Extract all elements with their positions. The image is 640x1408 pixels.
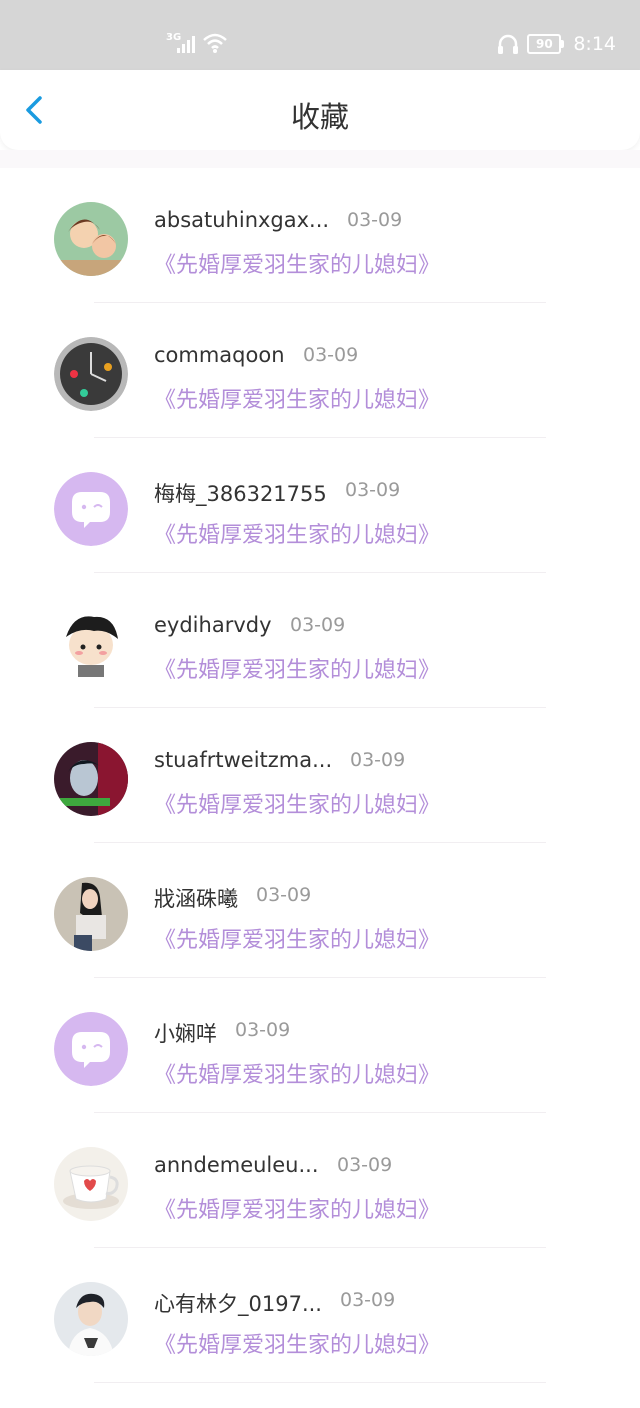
avatar[interactable] [54,1282,128,1356]
list-item[interactable]: absatuhinxgax... 03-09 《先婚厚爱羽生家的儿媳妇》 [0,168,640,303]
book-title[interactable]: 《先婚厚爱羽生家的儿媳妇》 [154,382,440,414]
nav-bar: 收藏 [0,70,640,150]
book-title[interactable]: 《先婚厚爱羽生家的儿媳妇》 [154,787,440,819]
list-item[interactable]: 梅梅_386321755 03-09 《先婚厚爱羽生家的儿媳妇》 [0,438,640,573]
favorite-date: 03-09 [347,209,403,231]
avatar[interactable] [54,742,128,816]
user-name[interactable]: anndemeuleu... [154,1153,319,1177]
avatar[interactable] [54,202,128,276]
list-item[interactable]: 戕涵硃曦 03-09 《先婚厚爱羽生家的儿媳妇》 [0,843,640,978]
wifi-icon [203,33,227,53]
favorite-date: 03-09 [345,479,401,501]
list-item[interactable]: stuafrtweitzma... 03-09 《先婚厚爱羽生家的儿媳妇》 [0,708,640,843]
user-name[interactable]: eydiharvdy [154,613,272,637]
book-title[interactable]: 《先婚厚爱羽生家的儿媳妇》 [154,1057,440,1089]
user-name[interactable]: 小娴咩 [154,1018,217,1048]
status-bar: 3G 90 8:14 [0,0,640,70]
clock-time: 8:14 [573,33,616,55]
battery-icon: 90 [527,34,565,54]
headset-icon [498,34,519,54]
favorite-date: 03-09 [350,749,406,771]
avatar[interactable] [54,1147,128,1221]
book-title[interactable]: 《先婚厚爱羽生家的儿媳妇》 [154,1192,440,1224]
user-name[interactable]: 戕涵硃曦 [154,883,238,913]
divider [94,1382,546,1383]
favorite-date: 03-09 [290,614,346,636]
book-title[interactable]: 《先婚厚爱羽生家的儿媳妇》 [154,922,440,954]
favorite-date: 03-09 [256,884,312,906]
book-title[interactable]: 《先婚厚爱羽生家的儿媳妇》 [154,517,440,549]
list-item[interactable]: commaqoon 03-09 《先婚厚爱羽生家的儿媳妇》 [0,303,640,438]
list-item[interactable]: 小娴咩 03-09 《先婚厚爱羽生家的儿媳妇》 [0,978,640,1113]
signal-icon [177,36,195,53]
user-name[interactable]: absatuhinxgax... [154,208,329,232]
avatar[interactable] [54,1012,128,1086]
favorite-date: 03-09 [235,1019,291,1041]
book-title[interactable]: 《先婚厚爱羽生家的儿媳妇》 [154,652,440,684]
user-name[interactable]: stuafrtweitzma... [154,748,332,772]
list-item[interactable]: eydiharvdy 03-09 《先婚厚爱羽生家的儿媳妇》 [0,573,640,708]
list-item[interactable]: 心有林夕_0197... 03-09 《先婚厚爱羽生家的儿媳妇》 [0,1248,640,1383]
favorite-date: 03-09 [340,1289,396,1311]
book-title[interactable]: 《先婚厚爱羽生家的儿媳妇》 [154,1327,440,1359]
header-separator [0,150,640,168]
user-name[interactable]: commaqoon [154,343,285,367]
book-title[interactable]: 《先婚厚爱羽生家的儿媳妇》 [154,247,440,279]
favorite-date: 03-09 [337,1154,393,1176]
avatar[interactable] [54,877,128,951]
list-item[interactable]: anndemeuleu... 03-09 《先婚厚爱羽生家的儿媳妇》 [0,1113,640,1248]
avatar[interactable] [54,472,128,546]
user-name[interactable]: 梅梅_386321755 [154,478,327,508]
favorite-date: 03-09 [303,344,359,366]
avatar[interactable] [54,607,128,681]
favorites-list: absatuhinxgax... 03-09 《先婚厚爱羽生家的儿媳妇》 commaq… [0,168,640,1383]
user-name[interactable]: 心有林夕_0197... [154,1288,322,1318]
avatar[interactable] [54,337,128,411]
page-title: 收藏 [290,100,349,134]
